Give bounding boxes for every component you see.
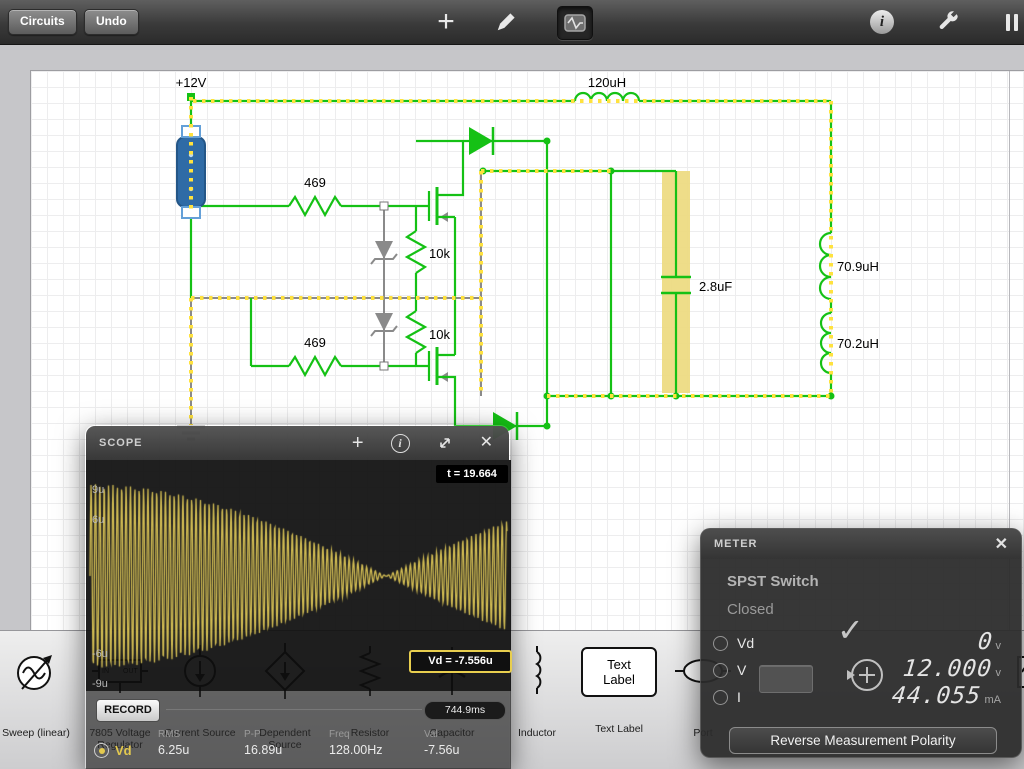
meter-row-label: V	[737, 662, 747, 678]
circuits-button[interactable]: Circuits	[8, 9, 77, 35]
meter-radio-vd[interactable]	[713, 635, 728, 651]
diodes[interactable]	[469, 127, 519, 440]
pencil-icon	[497, 13, 515, 31]
info-icon: i	[870, 10, 894, 34]
meter-component-name: SPST Switch	[727, 573, 819, 590]
meter-row-v: V	[713, 662, 746, 678]
label-r2: 10k	[429, 246, 450, 261]
palette-item-text-label[interactable]: Text Label Text Label	[577, 643, 661, 735]
probe-source-icon	[847, 659, 883, 691]
scope-close-button[interactable]: ✕	[480, 433, 493, 453]
scope-expand-button[interactable]	[437, 435, 453, 451]
palette-item-label: Sweep (linear)	[2, 727, 70, 739]
undo-button[interactable]: Undo	[84, 9, 139, 35]
settings-button[interactable]	[934, 8, 962, 36]
label-l3: 70.2uH	[837, 336, 879, 351]
component-labels: +12V 469 10k 469 10k 120uH 2.8uF 70.9uH …	[176, 75, 879, 351]
meter-value-v: 12.000 v	[902, 656, 1001, 682]
label-l2: 70.9uH	[837, 259, 879, 274]
meter-title: METER	[714, 538, 758, 550]
selected-component-button[interactable]	[557, 6, 593, 40]
meter-row-label: Vd	[737, 635, 755, 651]
scope-channel-toggle[interactable]: Vd	[94, 743, 132, 758]
text-label-icon: Text Label	[581, 647, 657, 697]
resistor-10k-top[interactable]	[404, 230, 428, 274]
meter-value-i: 44.055 mA	[891, 683, 1001, 709]
value-cursor-readout: Vd = -7.556u	[409, 650, 512, 673]
record-button[interactable]: RECORD	[96, 699, 160, 722]
y-axis-tick: 9u	[92, 484, 105, 496]
meter-header[interactable]: METER ✕	[701, 529, 1021, 559]
scope-header[interactable]: SCOPE + i ✕	[86, 426, 509, 460]
scope-plot-area: 9u 6u -6u -9u t = 19.664 Vd = -7.556u	[86, 460, 512, 691]
y-axis-tick: -6u	[92, 648, 108, 660]
edit-mode-button[interactable]	[492, 8, 520, 36]
wires	[189, 91, 833, 428]
meter-panel[interactable]: METER ✕ SPST Switch Closed Vd V I 0v 12.…	[700, 528, 1022, 758]
label-r1: 469	[304, 175, 326, 190]
meter-component-state: Closed	[727, 601, 774, 618]
scope-title: SCOPE	[99, 437, 143, 449]
plus-icon: +	[437, 5, 455, 38]
scope-add-button[interactable]: +	[352, 433, 364, 453]
meter-radio-i[interactable]	[713, 689, 728, 705]
scope-stat-pp: P-P 16.89u	[244, 729, 283, 757]
info-button[interactable]: i	[868, 8, 896, 36]
palette-item-label: Text Label	[595, 723, 643, 735]
meter-display-box	[759, 665, 813, 693]
channel-label: Vd	[115, 743, 132, 758]
label-c1: 2.8uF	[699, 279, 732, 294]
time-cursor-readout: t = 19.664	[436, 465, 508, 483]
resistor-469-top[interactable]	[288, 194, 342, 218]
checkmark-icon: ✓	[837, 612, 864, 648]
meter-value-vd: 0v	[976, 629, 1001, 655]
meter-row-vd: Vd	[713, 635, 754, 651]
meter-radio-v[interactable]	[713, 662, 728, 678]
pause-icon	[1006, 13, 1010, 31]
scope-stat-rms: RMS 6.25u	[158, 729, 190, 757]
gate-node	[379, 201, 389, 211]
scope-info-button[interactable]: i	[390, 433, 410, 453]
label-l1: 120uH	[588, 75, 626, 90]
selection-handle[interactable]	[181, 206, 201, 219]
meter-row-i: I	[713, 689, 741, 705]
gate-node	[379, 361, 389, 371]
y-axis-tick: -9u	[92, 678, 108, 690]
pause-button[interactable]	[998, 8, 1024, 36]
scope-stat-freq: Freq 128.00Hz	[329, 729, 383, 757]
meter-close-button[interactable]: ✕	[995, 534, 1021, 554]
time-scrubber[interactable]	[166, 709, 422, 710]
component-icon	[564, 14, 586, 32]
resistor-10k-bottom[interactable]	[404, 310, 428, 354]
label-supply: +12V	[176, 75, 207, 90]
junction-dots	[187, 93, 835, 430]
scope-controls: RECORD 744.9ms Vd RMS 6.25u P-P 16.89u Fre…	[86, 691, 511, 769]
top-toolbar: Circuits Undo + i	[0, 0, 1024, 45]
selection-highlight	[189, 97, 833, 425]
palette-item-sweep[interactable]: Sweep (linear)	[0, 643, 72, 739]
label-r4: 10k	[429, 327, 450, 342]
sweep-icon	[17, 655, 52, 690]
pause-icon	[1014, 13, 1018, 31]
add-component-button[interactable]: +	[432, 5, 460, 38]
inductor-icon	[535, 646, 542, 694]
label-r3: 469	[304, 335, 326, 350]
reverse-polarity-button[interactable]: Reverse Measurement Polarity	[729, 727, 997, 754]
meter-row-label: I	[737, 689, 741, 705]
time-window-display[interactable]: 744.9ms	[424, 701, 506, 720]
channel-radio[interactable]	[94, 743, 109, 758]
scope-stat-val: Val -7.56u	[424, 729, 460, 757]
y-axis-tick: 6u	[92, 514, 105, 526]
wrench-icon	[939, 11, 958, 30]
scope-panel[interactable]: SCOPE + i ✕ 9u 6u -6u -9u t = 19.664 Vd …	[85, 425, 512, 769]
gray-wires	[177, 171, 482, 441]
resistor-469-bottom[interactable]	[288, 354, 342, 378]
